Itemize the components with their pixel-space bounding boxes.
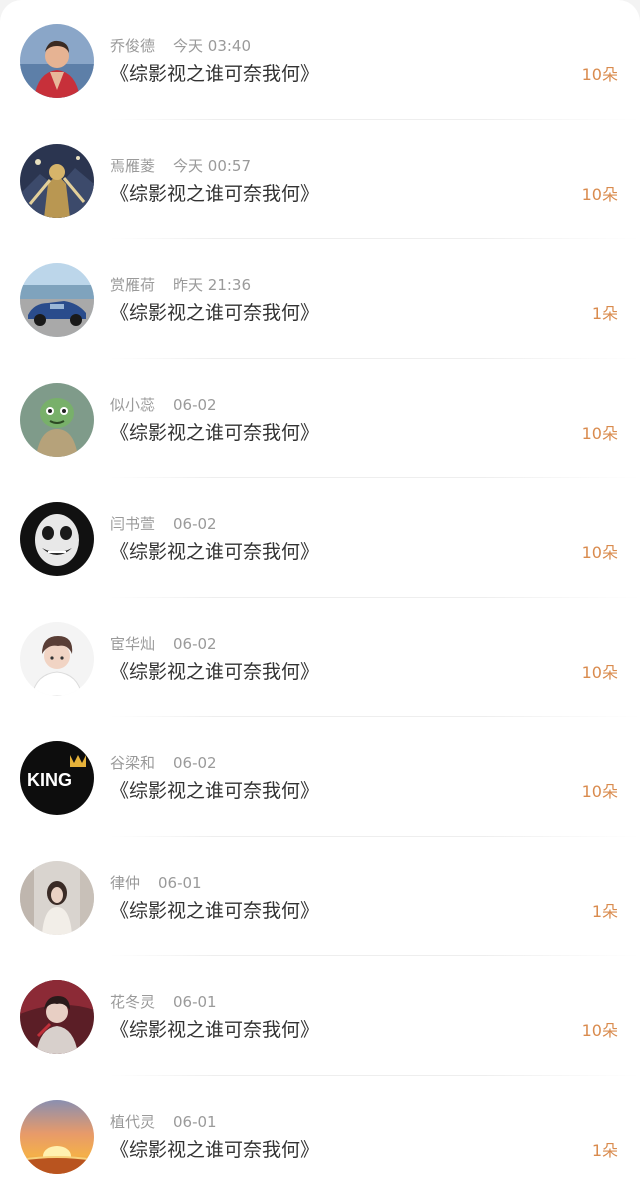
- avatar-icon-anime-boy: [20, 621, 94, 696]
- user-name: 宦华灿: [110, 634, 156, 653]
- list-item[interactable]: 植代灵 06-01 《综影视之谁可奈我何》 1朵: [0, 1076, 640, 1196]
- gift-count: 10朵: [581, 543, 618, 562]
- avatar-icon-armored-hero: [20, 143, 94, 218]
- list-item[interactable]: 闫书萱 06-02 《综影视之谁可奈我何》 10朵: [0, 478, 640, 598]
- gift-count: 10朵: [581, 65, 618, 84]
- avatar-icon-girl-photo: [20, 860, 94, 935]
- record-meta: 律仲 06-01: [110, 874, 202, 892]
- record-time: 06-01: [173, 993, 217, 1011]
- user-name: 律仲: [110, 873, 141, 892]
- list-item[interactable]: 宦华灿 06-02 《综影视之谁可奈我何》 10朵: [0, 598, 640, 718]
- user-name: 焉雁菱: [110, 156, 156, 175]
- book-title: 《综影视之谁可奈我何》: [110, 899, 320, 922]
- record-meta: 似小蕊 06-02: [110, 396, 217, 414]
- gift-count: 10朵: [581, 782, 618, 801]
- user-name: 植代灵: [110, 1112, 156, 1131]
- gift-record-list: 乔俊德 今天 03:40 《综影视之谁可奈我何》 10朵 焉雁菱 今天 00:57: [0, 0, 640, 1195]
- record-time: 今天 03:40: [173, 37, 252, 55]
- record-meta: 宦华灿 06-02: [110, 635, 217, 653]
- avatar-icon-joker-face: [20, 502, 94, 576]
- avatar-icon-sunset: [20, 1099, 94, 1174]
- record-meta: 焉雁菱 今天 00:57: [110, 157, 251, 175]
- record-meta: 谷梁和 06-02: [110, 754, 217, 772]
- record-time: 06-01: [173, 1112, 217, 1131]
- user-name: 似小蕊: [110, 395, 156, 414]
- avatar-icon-blue-car: [20, 263, 94, 337]
- gift-records-panel: 乔俊德 今天 03:40 《综影视之谁可奈我何》 10朵 焉雁菱 今天 00:57: [0, 0, 640, 1198]
- book-title: 《综影视之谁可奈我何》: [110, 1138, 320, 1161]
- book-title: 《综影视之谁可奈我何》: [110, 780, 320, 802]
- avatar[interactable]: [20, 263, 94, 337]
- avatar-icon-red-figure: [20, 980, 94, 1054]
- avatar-icon-green-creature: [20, 382, 94, 457]
- book-title: 《综影视之谁可奈我何》: [110, 1019, 320, 1041]
- list-item[interactable]: 律仲 06-01 《综影视之谁可奈我何》 1朵: [0, 837, 640, 957]
- avatar[interactable]: [20, 24, 94, 98]
- avatar[interactable]: [20, 382, 94, 457]
- gift-count: 1朵: [591, 1140, 618, 1160]
- list-item[interactable]: 乔俊德 今天 03:40 《综影视之谁可奈我何》 10朵: [0, 0, 640, 120]
- gift-count: 10朵: [581, 184, 618, 204]
- record-time: 今天 00:57: [173, 156, 252, 175]
- record-time: 06-02: [173, 754, 217, 772]
- gift-count: 1朵: [591, 901, 618, 921]
- record-meta: 闫书萱 06-02: [110, 515, 217, 533]
- book-title: 《综影视之谁可奈我何》: [110, 421, 320, 444]
- record-meta: 植代灵 06-01: [110, 1113, 217, 1131]
- record-meta: 花冬灵 06-01: [110, 993, 217, 1011]
- list-item[interactable]: 花冬灵 06-01 《综影视之谁可奈我何》 10朵: [0, 956, 640, 1076]
- avatar-king-text: KING: [27, 770, 72, 790]
- gift-count: 10朵: [581, 662, 618, 682]
- user-name: 花冬灵: [110, 993, 156, 1011]
- gift-count: 1朵: [591, 304, 618, 323]
- gift-count: 10朵: [581, 1021, 618, 1040]
- list-item[interactable]: 焉雁菱 今天 00:57 《综影视之谁可奈我何》 10朵: [0, 120, 640, 240]
- avatar[interactable]: [20, 980, 94, 1054]
- list-item[interactable]: 似小蕊 06-02 《综影视之谁可奈我何》 10朵: [0, 359, 640, 479]
- book-title: 《综影视之谁可奈我何》: [110, 302, 320, 324]
- book-title: 《综影视之谁可奈我何》: [110, 660, 320, 683]
- user-name: 乔俊德: [110, 37, 156, 55]
- record-time: 06-02: [173, 634, 217, 653]
- avatar[interactable]: [20, 1099, 94, 1174]
- book-title: 《综影视之谁可奈我何》: [110, 63, 320, 85]
- record-time: 06-02: [173, 395, 217, 414]
- list-item[interactable]: KING 谷梁和 06-02 《综影视之谁可奈我何》 10朵: [0, 717, 640, 837]
- avatar[interactable]: KING: [20, 741, 94, 815]
- record-meta: 乔俊德 今天 03:40: [110, 37, 251, 55]
- avatar[interactable]: [20, 143, 94, 218]
- record-time: 06-02: [173, 515, 217, 533]
- gift-count: 10朵: [581, 423, 618, 443]
- avatar[interactable]: [20, 502, 94, 576]
- record-meta: 赏雁荷 昨天 21:36: [110, 276, 251, 294]
- record-time: 昨天 21:36: [173, 276, 252, 294]
- book-title: 《综影视之谁可奈我何》: [110, 541, 320, 563]
- avatar-icon-person-red-shirt: [20, 24, 94, 98]
- list-item[interactable]: 赏雁荷 昨天 21:36 《综影视之谁可奈我何》 1朵: [0, 239, 640, 359]
- user-name: 谷梁和: [110, 754, 156, 772]
- avatar[interactable]: [20, 860, 94, 935]
- book-title: 《综影视之谁可奈我何》: [110, 182, 320, 205]
- user-name: 闫书萱: [110, 515, 156, 533]
- avatar[interactable]: [20, 621, 94, 696]
- avatar-icon-king-crown: KING: [20, 741, 94, 815]
- record-time: 06-01: [158, 873, 202, 892]
- user-name: 赏雁荷: [110, 276, 156, 294]
